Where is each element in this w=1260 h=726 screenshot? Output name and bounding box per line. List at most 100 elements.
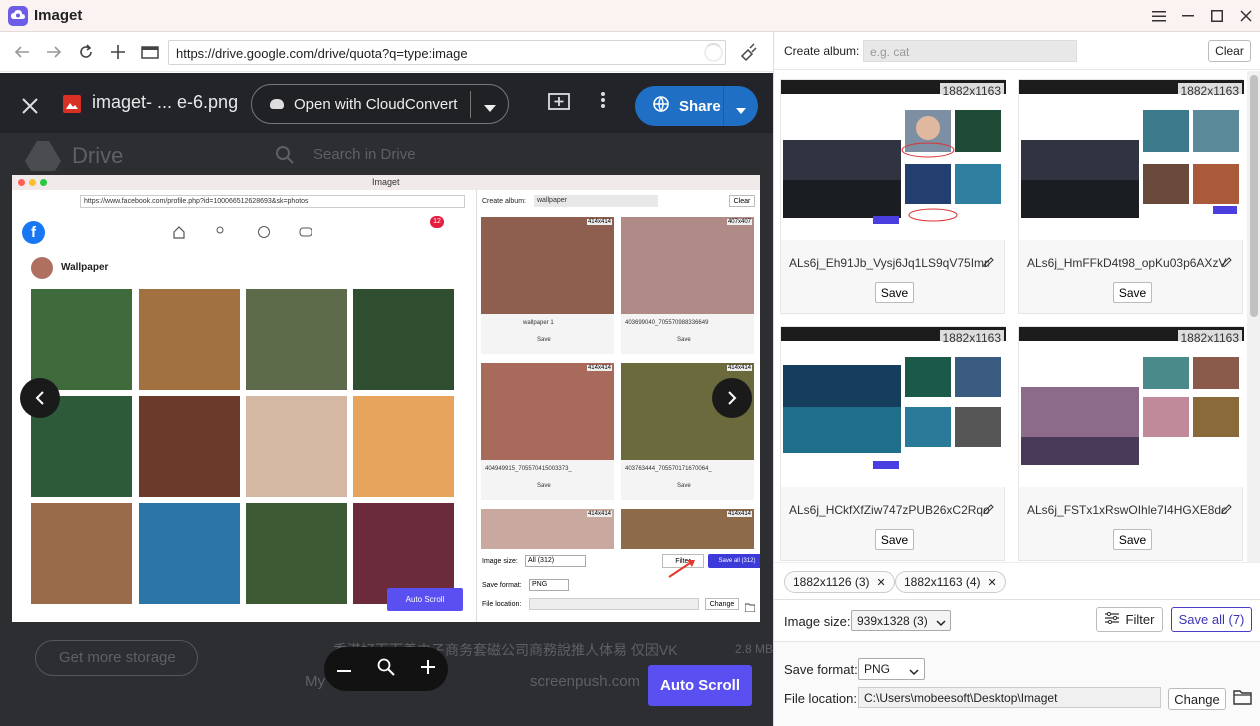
size-chip[interactable]: 1882x1126 (3) ✕ <box>784 571 895 593</box>
file-row-size: 2.8 MB <box>735 642 773 656</box>
preview-card: 414x414 404949915_705570415003373_ Save <box>481 363 614 500</box>
zoom-controls <box>324 647 448 691</box>
image-size-value: 939x1328 (3) <box>857 614 928 628</box>
image-thumbnail[interactable]: 1882x1163 <box>1019 80 1244 240</box>
drive-image-viewer: Drive Search in Drive Get more storage 香… <box>0 73 773 726</box>
change-location-button[interactable]: Change <box>1168 688 1226 710</box>
open-with-button[interactable]: Open with CloudConvert <box>251 84 509 124</box>
image-filename: ALs6j_HCkfXfZiw747zPUB26xC2Rqo <box>789 503 989 517</box>
save-image-button[interactable]: Save <box>1113 282 1152 303</box>
add-comment-icon[interactable] <box>548 93 570 118</box>
image-preview: Imaget https://www.facebook.com/profile.… <box>12 175 760 622</box>
chevron-down-icon[interactable] <box>484 100 496 117</box>
save-format-select[interactable]: PNG <box>858 658 925 680</box>
tabs-icon[interactable] <box>136 38 164 66</box>
imaget-app: Imaget https://drive.google.com/drive/qu… <box>0 0 1260 726</box>
preview-card-save: Save <box>677 483 691 489</box>
preview-clear-button: Clear <box>729 195 755 207</box>
facebook-logo-icon: f <box>22 221 45 244</box>
image-thumbnail[interactable]: 1882x1163 <box>1019 327 1244 487</box>
image-thumbnail[interactable]: 1882x1163 <box>781 327 1006 487</box>
fb-page-name: Wallpaper <box>61 262 109 273</box>
mac-max-icon <box>40 179 47 186</box>
folder-icon[interactable] <box>1233 689 1252 710</box>
rename-pencil-icon[interactable] <box>1220 502 1232 517</box>
image-card: 1882x1163 ALs6j_FSTx1xRswOIhle7I4HGXE8dc… <box>1018 326 1244 561</box>
album-input[interactable]: e.g. cat <box>863 40 1077 62</box>
image-size-select[interactable]: 939x1328 (3) <box>851 610 951 631</box>
image-filename: ALs6j_FSTx1xRswOIhle7I4HGXE8dciv <box>1027 503 1227 517</box>
new-tab-icon[interactable] <box>104 38 132 66</box>
title-bar: Imaget <box>0 0 1260 32</box>
share-button[interactable]: Share <box>635 86 758 126</box>
viewer-header: imaget- ... e-6.png Open with CloudConve… <box>0 73 773 133</box>
save-all-button[interactable]: Save all (7) <box>1171 607 1252 632</box>
image-grid: 1882x1163 ALs6j_Eh91Jb_Vysj6Jq1LS9qV75Im… <box>774 71 1260 596</box>
clear-button[interactable]: Clear <box>1208 40 1251 62</box>
image-size-label: Image size: <box>784 614 851 629</box>
preview-card-dim: 414x414 <box>586 365 612 371</box>
file-location-input[interactable]: C:\Users\mobeesoft\Desktop\Imaget <box>858 687 1161 708</box>
filter-label: Filter <box>1125 612 1155 627</box>
browser-toolbar: https://drive.google.com/drive/quota?q=t… <box>0 32 773 72</box>
reload-icon[interactable] <box>72 38 100 66</box>
rename-pencil-icon[interactable] <box>1220 255 1232 270</box>
filter-button[interactable]: Filter <box>1096 607 1163 632</box>
image-thumbnail[interactable]: 1882x1163 <box>781 80 1006 240</box>
back-icon[interactable] <box>8 38 36 66</box>
next-image-button[interactable] <box>712 378 752 418</box>
close-viewer-icon[interactable] <box>22 94 38 120</box>
share-label: Share <box>679 97 721 115</box>
preview-card-save: Save <box>677 337 691 343</box>
chevron-down-icon <box>909 665 919 679</box>
more-options-icon[interactable] <box>600 91 606 109</box>
album-row: Create album: e.g. cat Clear <box>774 32 1260 70</box>
file-location-label: File location: <box>784 691 857 706</box>
scrollbar-thumb[interactable] <box>1250 75 1258 317</box>
preview-file-location-label: File location: <box>482 601 522 608</box>
zoom-in-icon[interactable] <box>421 659 435 679</box>
preview-card-name: wallpaper 1 <box>523 320 554 326</box>
url-input[interactable]: https://drive.google.com/drive/quota?q=t… <box>168 40 726 65</box>
image-filename: ALs6j_HmFFkD4t98_opKu03p6AXzV <box>1027 256 1227 270</box>
clear-cache-icon[interactable] <box>738 42 758 67</box>
image-dimensions: 1882x1163 <box>1177 330 1242 346</box>
close-window-icon[interactable] <box>1231 0 1260 32</box>
chip-remove-icon[interactable]: ✕ <box>988 576 997 589</box>
preview-card: 414x414 <box>481 509 614 549</box>
chip-remove-icon[interactable]: ✕ <box>877 576 886 589</box>
open-with-label: Open with CloudConvert <box>294 95 458 113</box>
mac-min-icon <box>29 179 36 186</box>
imaget-logo-icon <box>8 5 28 26</box>
get-storage-label: Get more storage <box>59 649 176 666</box>
forward-icon[interactable] <box>40 38 68 66</box>
image-file-icon <box>63 95 81 113</box>
create-album-label: Create album: <box>784 44 860 58</box>
menu-icon[interactable] <box>1144 0 1173 32</box>
maximize-icon[interactable] <box>1202 0 1231 32</box>
preview-url: https://www.facebook.com/profile.php?id=… <box>80 195 465 208</box>
rename-pencil-icon[interactable] <box>982 502 994 517</box>
save-format-label: Save format: <box>784 662 858 677</box>
prev-image-button[interactable] <box>20 378 60 418</box>
save-options: Save format: PNG File location: C:\Users… <box>774 642 1260 726</box>
preview-change-button: Change <box>705 598 739 610</box>
preview-image-size-label: Image size: <box>482 558 518 565</box>
preview-card-dim: 414x414 <box>586 219 612 225</box>
save-image-button[interactable]: Save <box>875 529 914 550</box>
save-image-button[interactable]: Save <box>1113 529 1152 550</box>
drive-search-text: Search in Drive <box>313 146 416 163</box>
rename-pencil-icon[interactable] <box>982 255 994 270</box>
preview-card-save: Save <box>537 337 551 343</box>
image-card: 1882x1163 ALs6j_Eh91Jb_Vysj6Jq1LS9qV75Im… <box>780 79 1006 314</box>
save-image-button[interactable]: Save <box>875 282 914 303</box>
preview-file-location-input <box>529 598 699 610</box>
auto-scroll-button[interactable]: Auto Scroll <box>648 665 752 706</box>
minimize-icon[interactable] <box>1173 0 1202 32</box>
zoom-reset-icon[interactable] <box>377 658 395 681</box>
filter-icon <box>1104 611 1119 627</box>
share-dropdown-icon[interactable] <box>736 102 746 119</box>
zoom-out-icon[interactable] <box>337 660 351 678</box>
image-dimensions: 1882x1163 <box>939 83 1004 99</box>
size-chip[interactable]: 1882x1163 (4) ✕ <box>895 571 1006 593</box>
